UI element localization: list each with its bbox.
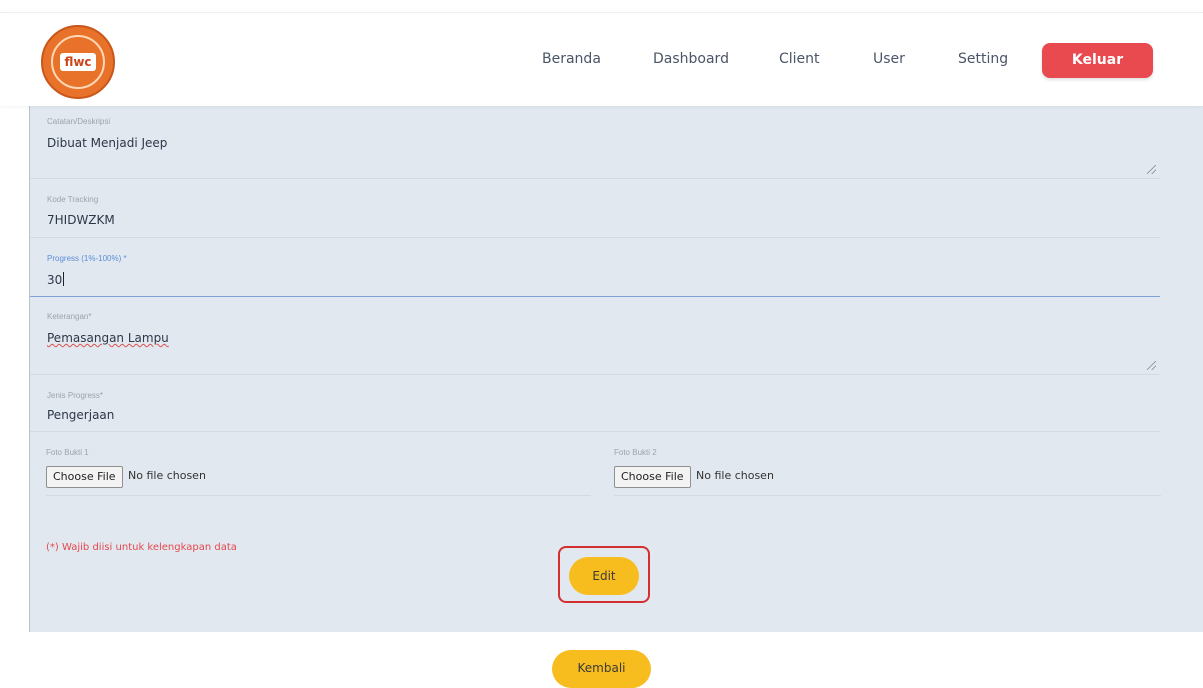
text-caret bbox=[63, 272, 65, 286]
progress-type-label: Jenis Progress* bbox=[47, 391, 104, 400]
progress-input[interactable]: 30 bbox=[47, 272, 65, 287]
nav-dashboard[interactable]: Dashboard bbox=[653, 51, 729, 67]
photo2-field: Foto Bukti 2 Choose File No file chosen bbox=[614, 448, 1161, 496]
tracking-code-field[interactable]: Kode Tracking 7HIDWZKM bbox=[30, 179, 1160, 238]
back-button[interactable]: Kembali bbox=[552, 650, 651, 688]
tracking-code-input[interactable]: 7HIDWZKM bbox=[47, 213, 115, 227]
keterangan-field[interactable]: Keterangan* Pemasangan Lampu bbox=[30, 297, 1160, 375]
nav-user[interactable]: User bbox=[873, 51, 905, 67]
logout-button[interactable]: Keluar bbox=[1042, 43, 1153, 78]
logo-text: flwc bbox=[60, 53, 96, 71]
required-note: (*) Wajib diisi untuk kelengkapan data bbox=[46, 542, 237, 553]
resize-handle-icon[interactable] bbox=[1147, 361, 1156, 370]
progress-type-select[interactable]: Pengerjaan bbox=[47, 408, 114, 422]
logo[interactable]: flwc bbox=[41, 25, 115, 99]
keterangan-textarea[interactable]: Pemasangan Lampu bbox=[47, 331, 169, 345]
progress-type-field[interactable]: Jenis Progress* Pengerjaan bbox=[30, 375, 1160, 432]
photo2-label: Foto Bukti 2 bbox=[614, 448, 657, 457]
edit-progress-form: Catatan/Deskripsi Dibuat Menjadi Jeep Ko… bbox=[29, 105, 1203, 632]
description-textarea[interactable]: Dibuat Menjadi Jeep bbox=[47, 136, 167, 150]
edit-button[interactable]: Edit bbox=[569, 557, 639, 595]
photo1-choose-file-button[interactable]: Choose File bbox=[46, 466, 123, 488]
nav-client[interactable]: Client bbox=[779, 51, 820, 67]
keterangan-label: Keterangan* bbox=[47, 312, 92, 321]
tracking-code-label: Kode Tracking bbox=[47, 195, 99, 204]
resize-handle-icon[interactable] bbox=[1147, 165, 1156, 174]
nav-setting[interactable]: Setting bbox=[958, 51, 1008, 67]
photo1-field: Foto Bukti 1 Choose File No file chosen bbox=[46, 448, 591, 496]
nav-beranda[interactable]: Beranda bbox=[542, 51, 601, 67]
description-label: Catatan/Deskripsi bbox=[47, 117, 111, 126]
progress-field[interactable]: Progress (1%-100%) * 30 bbox=[30, 238, 1160, 297]
description-field[interactable]: Catatan/Deskripsi Dibuat Menjadi Jeep bbox=[30, 105, 1160, 179]
progress-value: 30 bbox=[47, 273, 63, 287]
photo1-file-status: No file chosen bbox=[128, 469, 206, 482]
top-navbar: flwc Beranda Dashboard Client User Setti… bbox=[0, 12, 1203, 106]
photo1-label: Foto Bukti 1 bbox=[46, 448, 89, 457]
progress-label: Progress (1%-100%) * bbox=[47, 254, 127, 263]
photo2-file-status: No file chosen bbox=[696, 469, 774, 482]
photo2-choose-file-button[interactable]: Choose File bbox=[614, 466, 691, 488]
